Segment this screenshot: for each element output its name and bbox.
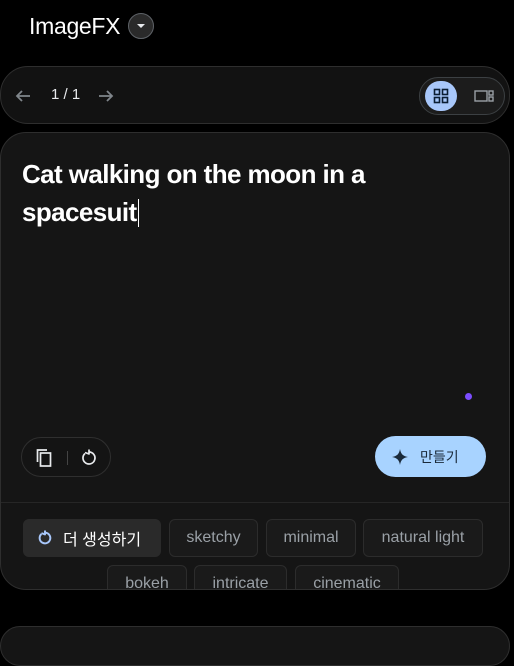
copy-button[interactable] [34,448,54,468]
prompt-editor[interactable]: Cat walking on the moon in a spacesuit [22,155,442,231]
suggestion-chip[interactable]: natural light [363,519,483,557]
app-header: ImageFX [29,10,155,42]
suggestion-chip[interactable]: minimal [266,519,356,557]
image-view-icon [474,88,494,104]
text-cursor [137,199,139,227]
page-indicator: 1 / 1 [51,86,81,103]
status-dot [465,393,472,400]
generate-more-button[interactable]: 더 생성하기 [23,519,161,557]
generate-more-label: 더 생성하기 [63,532,142,549]
sparkle-icon [392,448,408,465]
previous-button[interactable] [12,85,34,107]
arrow-left-icon [14,87,32,105]
title-dropdown-button[interactable] [128,13,155,39]
create-label: 만들기 [420,448,459,465]
reset-button[interactable] [79,448,99,468]
suggestion-chip[interactable]: sketchy [169,519,258,557]
arrow-right-icon [97,87,115,105]
next-card [0,626,510,666]
grid-view-button[interactable] [425,81,457,111]
create-button[interactable]: 만들기 [375,436,486,477]
copy-icon [35,448,53,468]
suggestion-chip[interactable]: cinematic [295,565,399,589]
pager-bar: 1 / 1 [0,66,510,124]
grid-icon [433,88,449,104]
prompt-text: Cat walking on the moon in a spacesuit [22,159,365,227]
refresh-icon [37,530,53,546]
suggestion-chip[interactable]: intricate [194,565,287,589]
prompt-card: Cat walking on the moon in a spacesuit 만… [0,132,510,590]
next-button[interactable] [95,85,117,107]
suggestion-chip[interactable]: bokeh [107,565,187,589]
single-view-button[interactable] [468,81,500,111]
tool-separator [67,451,68,465]
divider [1,502,509,503]
app-title: ImageFX [29,12,121,39]
view-toggle [419,77,505,115]
refresh-icon [80,449,98,467]
chevron-down-icon [136,23,146,29]
prompt-tools [21,437,111,477]
